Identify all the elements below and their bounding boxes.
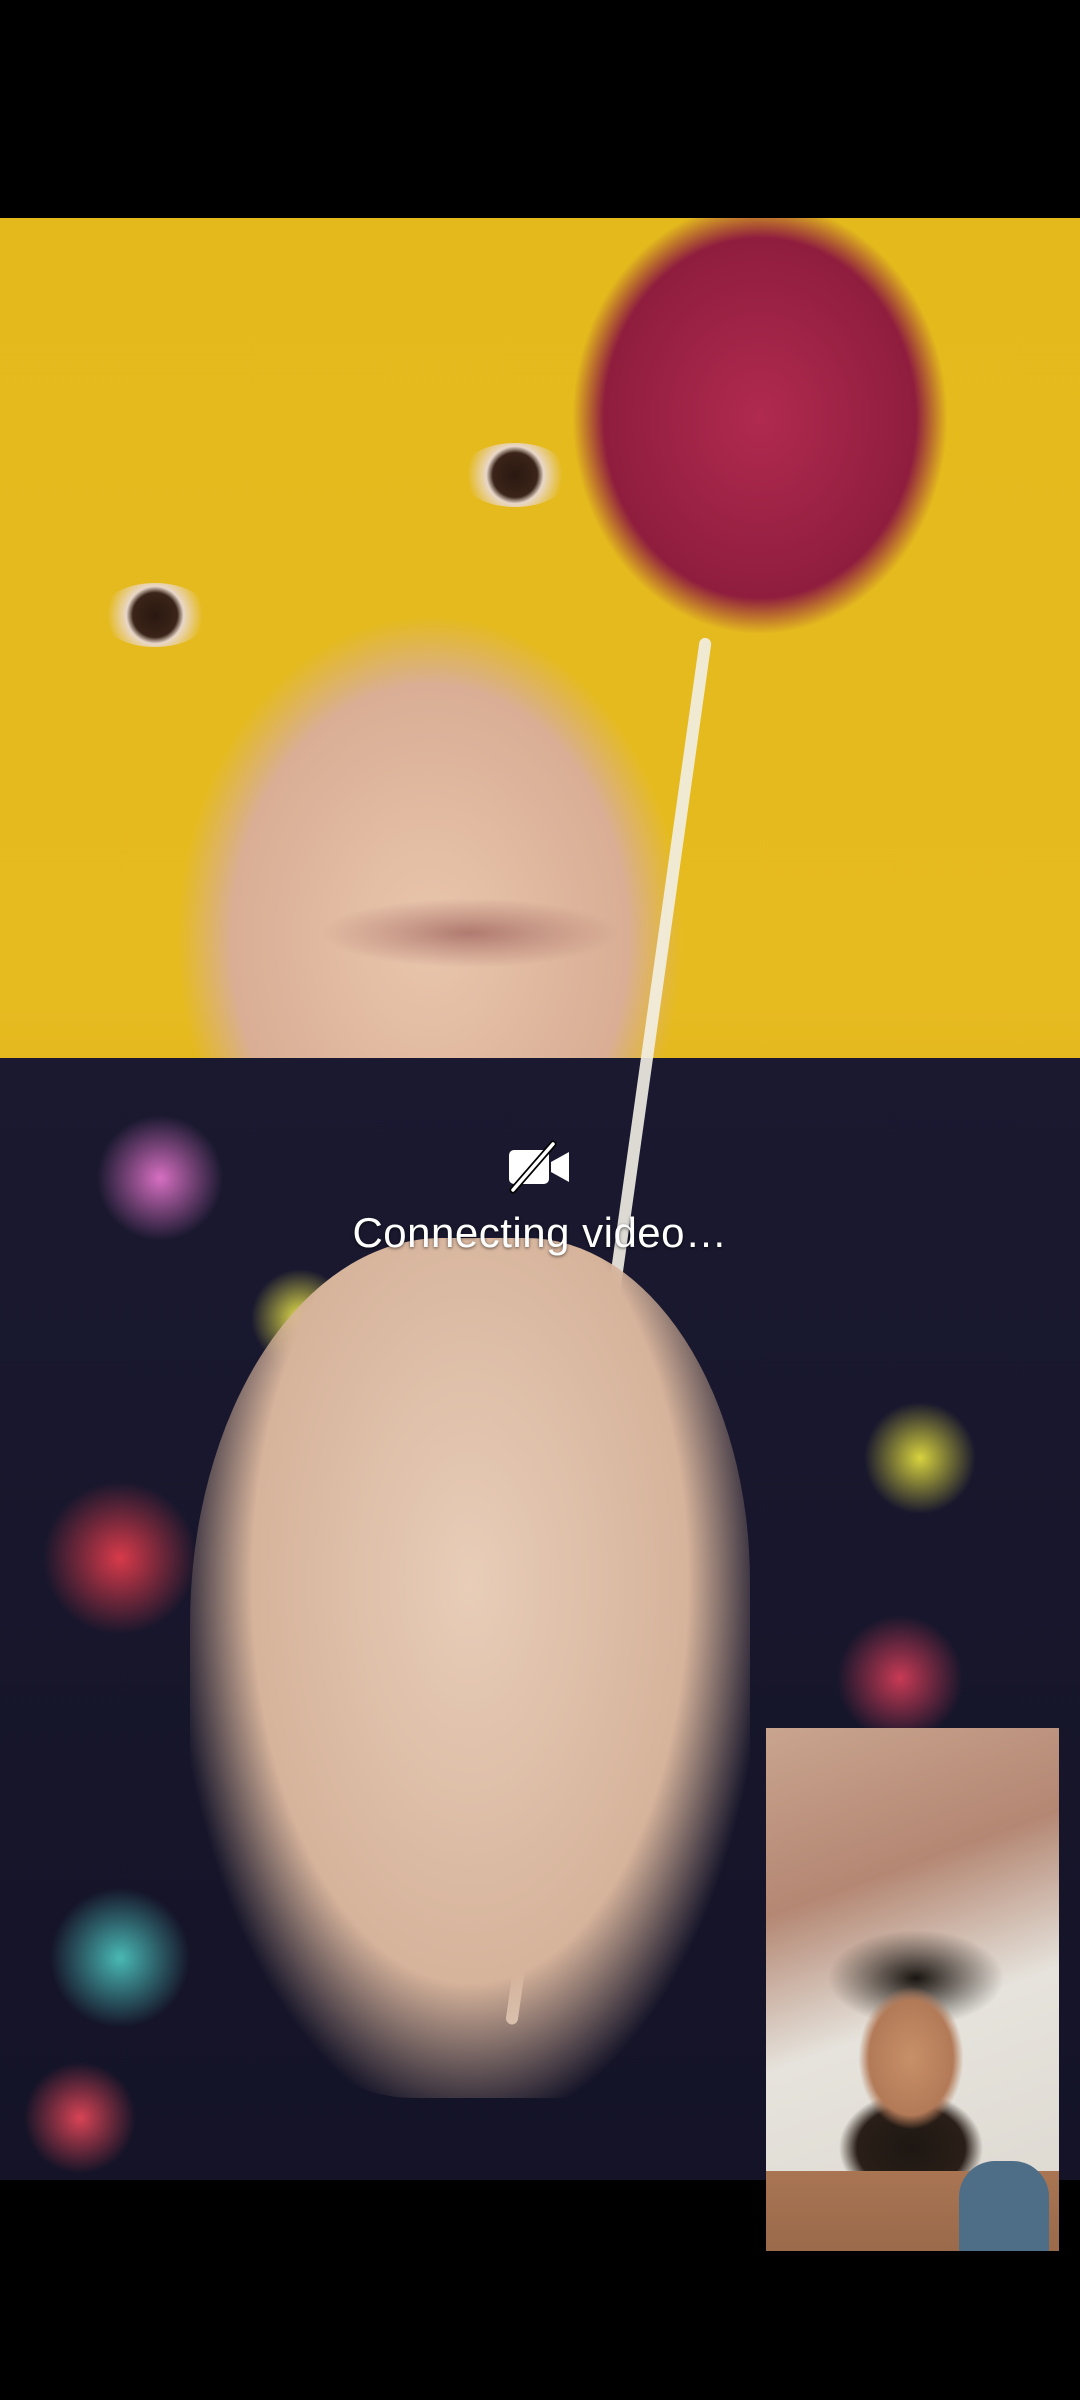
- remote-video-left-eye: [100, 583, 210, 647]
- self-camera-preview[interactable]: [766, 1728, 1059, 2251]
- remote-video-right-eye: [460, 443, 570, 507]
- connecting-status: Connecting video…: [0, 1140, 1080, 1257]
- remote-video-mouth: [320, 898, 620, 968]
- video-off-icon: [505, 1140, 575, 1194]
- remote-video-hand: [190, 1238, 750, 2098]
- video-call-screen: Connecting video…: [0, 0, 1080, 2400]
- connecting-status-text: Connecting video…: [352, 1209, 728, 1256]
- self-preview-shirt: [959, 2161, 1049, 2251]
